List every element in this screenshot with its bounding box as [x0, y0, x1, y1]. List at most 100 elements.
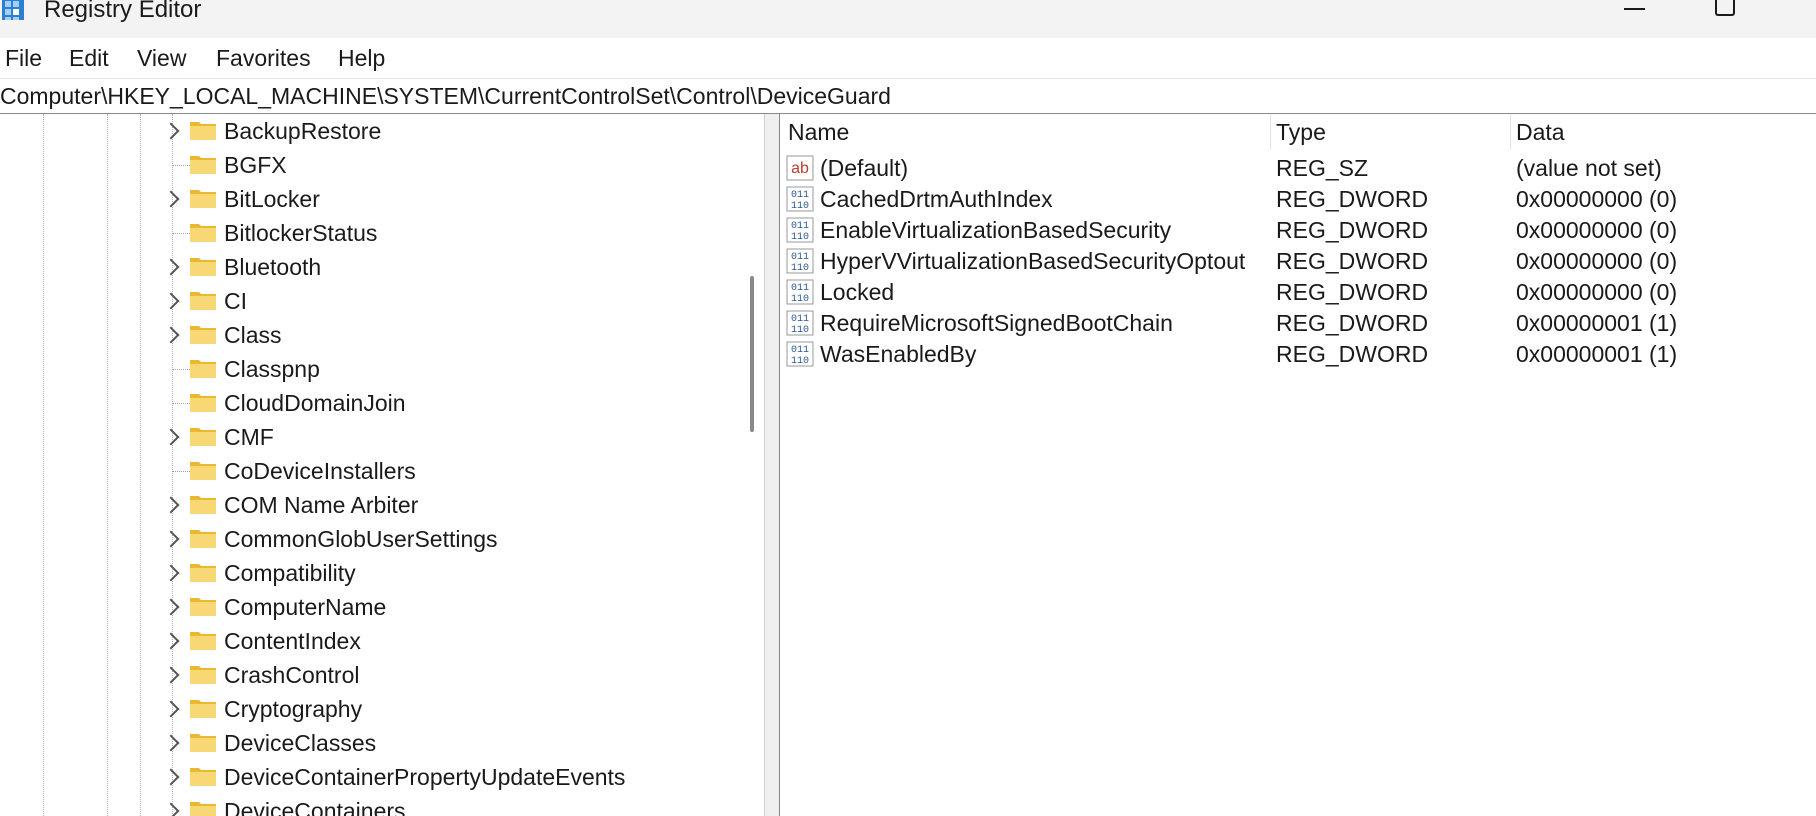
tree-item-label: BGFX — [224, 152, 287, 178]
tree-item[interactable]: CoDeviceInstallers — [0, 454, 730, 488]
folder-icon — [190, 258, 216, 276]
value-data: 0x00000001 (1) — [1516, 310, 1678, 336]
chevron-right-icon[interactable] — [164, 700, 178, 718]
values-list[interactable]: Name Type Data ab (Default) REG_SZ (value n… — [780, 114, 1816, 816]
value-type: REG_DWORD — [1276, 248, 1429, 274]
tree-item[interactable]: CloudDomainJoin — [0, 386, 730, 420]
binary-value-icon: 011110 — [786, 186, 814, 212]
menu-file[interactable]: File — [2, 44, 45, 72]
tree-item[interactable]: Cryptography — [0, 692, 730, 726]
svg-text:110: 110 — [791, 232, 809, 243]
tree-item[interactable]: CMF — [0, 420, 730, 454]
folder-icon — [190, 292, 216, 310]
chevron-right-icon[interactable] — [164, 768, 178, 786]
chevron-right-icon[interactable] — [164, 564, 178, 582]
tree-item[interactable]: ContentIndex — [0, 624, 730, 658]
chevron-right-icon[interactable] — [164, 428, 178, 446]
folder-icon — [190, 122, 216, 140]
chevron-right-icon[interactable] — [164, 598, 178, 616]
column-header-name[interactable]: Name — [780, 114, 1272, 150]
value-name: RequireMicrosoftSignedBootChain — [820, 310, 1173, 336]
value-data: 0x00000000 (0) — [1516, 279, 1678, 305]
column-header-data[interactable]: Data — [1508, 114, 1808, 150]
registry-editor-window: Registry Editor File Edit View Favorites… — [0, 0, 1816, 816]
value-row[interactable]: 011 110 WasEnabledBy REG_DWORD 0x00000001 (1… — [780, 336, 1816, 372]
chevron-right-icon[interactable] — [164, 258, 178, 276]
binary-value-icon: 011110 — [786, 341, 814, 367]
tree-item[interactable]: BitlockerStatus — [0, 216, 730, 250]
tree-item-label: ContentIndex — [224, 628, 361, 654]
tree-item[interactable]: CrashControl — [0, 658, 730, 692]
svg-text:110: 110 — [791, 201, 809, 212]
minimize-button[interactable] — [1600, 0, 1670, 30]
chevron-right-icon[interactable] — [164, 734, 178, 752]
address-bar[interactable]: Computer\HKEY_LOCAL_MACHINE\SYSTEM\Curre… — [0, 78, 1816, 114]
tree-scrollbar[interactable] — [736, 114, 756, 816]
chevron-right-icon[interactable] — [164, 190, 178, 208]
folder-icon — [190, 462, 216, 480]
tree-item[interactable]: Compatibility — [0, 556, 730, 590]
value-type: REG_DWORD — [1276, 186, 1429, 212]
menu-favorites[interactable]: Favorites — [213, 44, 314, 72]
tree-item-label: DeviceContainers — [224, 798, 406, 816]
menu-edit[interactable]: Edit — [66, 44, 112, 72]
chevron-right-icon[interactable] — [164, 632, 178, 650]
tree-item[interactable]: BGFX — [0, 148, 730, 182]
svg-text:011: 011 — [791, 283, 809, 294]
folder-icon — [190, 564, 216, 582]
value-name: (Default) — [820, 155, 909, 181]
folder-icon — [190, 768, 216, 786]
value-type: REG_DWORD — [1276, 279, 1429, 305]
tree-scrollbar-thumb[interactable] — [750, 276, 754, 432]
pane-splitter[interactable] — [764, 114, 780, 816]
tree-item-label: CrashControl — [224, 662, 360, 688]
folder-icon — [190, 224, 216, 242]
tree-item[interactable]: COM Name Arbiter — [0, 488, 730, 522]
tree-item-label: DeviceClasses — [224, 730, 377, 756]
tree-item[interactable]: ComputerName — [0, 590, 730, 624]
binary-value-icon: 011110 — [786, 279, 814, 305]
column-header-type[interactable]: Type — [1268, 114, 1510, 150]
tree-item[interactable]: DeviceClasses — [0, 726, 730, 760]
value-type: REG_SZ — [1276, 155, 1369, 181]
binary-value-icon: 011110 — [786, 248, 814, 274]
folder-icon — [190, 530, 216, 548]
tree-item[interactable]: BitLocker — [0, 182, 730, 216]
address-path[interactable]: Computer\HKEY_LOCAL_MACHINE\SYSTEM\Curre… — [0, 82, 891, 110]
tree-item[interactable]: CI — [0, 284, 730, 318]
chevron-right-icon[interactable] — [164, 326, 178, 344]
key-tree[interactable]: BackupRestore BGFX BitLocker BitlockerStatu… — [0, 114, 762, 816]
chevron-right-icon[interactable] — [164, 666, 178, 684]
tree-item[interactable]: DeviceContainers — [0, 794, 730, 816]
tree-item[interactable]: BackupRestore — [0, 114, 730, 148]
chevron-right-icon[interactable] — [164, 496, 178, 514]
folder-icon — [190, 496, 216, 514]
tree-item[interactable]: DeviceContainerPropertyUpdateEvents — [0, 760, 730, 794]
tree-item[interactable]: Class — [0, 318, 730, 352]
tree-item[interactable]: Bluetooth — [0, 250, 730, 284]
value-type: REG_DWORD — [1276, 217, 1429, 243]
value-name: CachedDrtmAuthIndex — [820, 186, 1053, 212]
tree-item-label: ComputerName — [224, 594, 387, 620]
chevron-right-icon[interactable] — [164, 292, 178, 310]
tree-connector — [172, 369, 190, 370]
svg-text:011: 011 — [791, 221, 809, 232]
chevron-right-icon[interactable] — [164, 122, 178, 140]
folder-icon — [190, 190, 216, 208]
tree-item-label: BackupRestore — [224, 118, 382, 144]
tree-item[interactable]: CommonGlobUserSettings — [0, 522, 730, 556]
chevron-right-icon[interactable] — [164, 530, 178, 548]
tree-item-label: DeviceContainerPropertyUpdateEvents — [224, 764, 626, 790]
maximize-button[interactable] — [1688, 0, 1758, 30]
tree-item[interactable]: Classpnp — [0, 352, 730, 386]
tree-item-label: CI — [224, 288, 247, 314]
title-bar[interactable]: Registry Editor — [0, 0, 1816, 38]
menu-view[interactable]: View — [134, 44, 189, 72]
chevron-right-icon[interactable] — [164, 802, 178, 816]
menu-bar: File Edit View Favorites Help — [0, 38, 1816, 76]
menu-help[interactable]: Help — [335, 44, 388, 72]
tree-item-label: Class — [224, 322, 282, 348]
folder-icon — [190, 598, 216, 616]
svg-text:011: 011 — [791, 190, 809, 201]
binary-value-icon: 011110 — [786, 217, 814, 243]
